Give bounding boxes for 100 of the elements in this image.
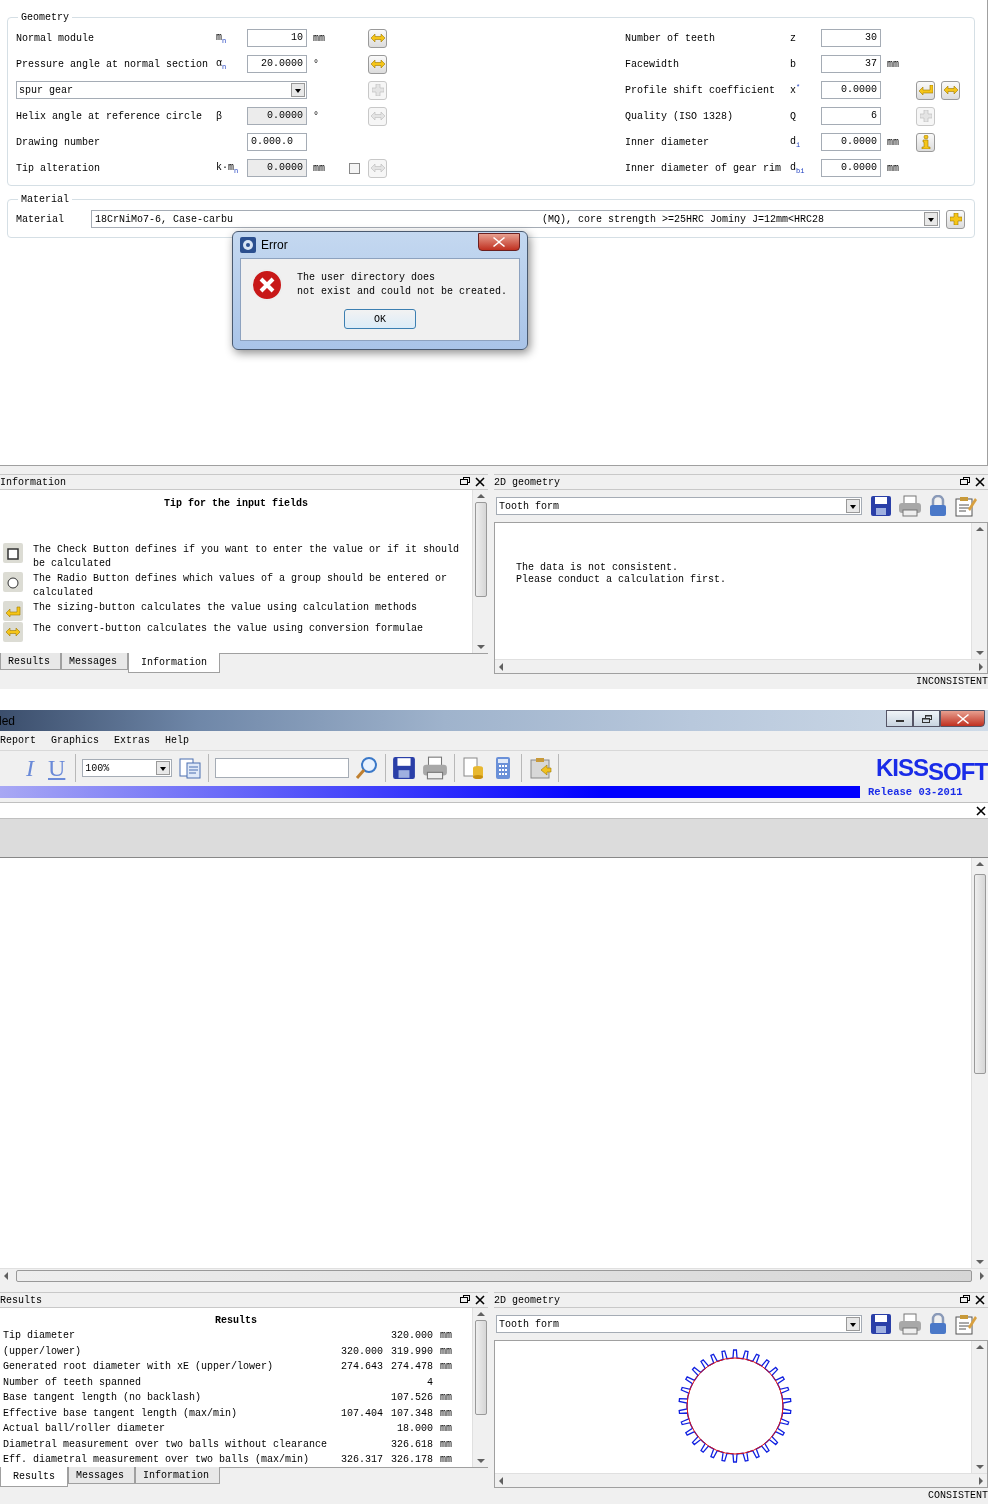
vertical-scrollbar[interactable] bbox=[472, 490, 488, 653]
menu-item[interactable]: Report bbox=[0, 735, 36, 746]
panel-tab[interactable]: Information bbox=[135, 1467, 221, 1484]
search-field[interactable] bbox=[215, 758, 350, 778]
restore-icon[interactable] bbox=[460, 1295, 470, 1305]
input-field[interactable]: 20.0000 bbox=[247, 55, 307, 73]
restore-icon[interactable] bbox=[960, 1295, 970, 1305]
properties-icon[interactable] bbox=[954, 495, 978, 517]
restore-icon[interactable] bbox=[960, 477, 970, 487]
input-field[interactable]: 0.0000 bbox=[821, 81, 881, 99]
result-value: 4 bbox=[426, 1375, 433, 1390]
plus-icon bbox=[949, 213, 962, 225]
status-text: CONSISTENT bbox=[928, 1490, 988, 1501]
restore-icon[interactable] bbox=[460, 477, 470, 487]
panel-tab[interactable]: Results bbox=[0, 1467, 68, 1487]
vertical-scrollbar[interactable] bbox=[971, 523, 987, 659]
panel-title: 2D geometry bbox=[494, 476, 561, 488]
zoom-dropdown[interactable]: 100% bbox=[82, 759, 173, 777]
error-message: The user directory does not exist and could not be created. bbox=[297, 271, 508, 299]
symbol: z bbox=[790, 32, 797, 44]
close-icon[interactable] bbox=[975, 477, 985, 487]
unit: mm bbox=[886, 58, 900, 70]
sizing-button[interactable] bbox=[916, 80, 935, 100]
close-icon bbox=[956, 713, 969, 724]
symbol: k·m$_{n}$ bbox=[216, 161, 240, 175]
vertical-scrollbar[interactable] bbox=[472, 1308, 488, 1467]
view-dropdown[interactable]: Tooth form bbox=[496, 497, 862, 515]
unit: ° bbox=[312, 110, 320, 122]
printer-icon[interactable] bbox=[898, 495, 922, 517]
vertical-scrollbar[interactable] bbox=[971, 858, 988, 1268]
menu-item[interactable]: Graphics bbox=[51, 735, 100, 746]
result-label: Base tangent length (no backlash) bbox=[3, 1391, 203, 1405]
close-icon[interactable] bbox=[475, 477, 485, 487]
result-label: (upper/lower) bbox=[3, 1344, 82, 1359]
result-label: Diametral measurement over two balls without clearance bbox=[3, 1437, 329, 1452]
input-field[interactable]: 0.0000 bbox=[821, 159, 881, 177]
close-icon[interactable] bbox=[976, 805, 986, 816]
unit: mm bbox=[886, 162, 900, 174]
add-button[interactable] bbox=[946, 209, 965, 229]
input-field[interactable]: 10 bbox=[247, 29, 307, 47]
plus-icon bbox=[919, 110, 932, 122]
close-button[interactable] bbox=[478, 233, 520, 251]
search-icon[interactable] bbox=[355, 756, 380, 780]
panel-tab[interactable]: Information bbox=[128, 653, 221, 673]
double-arrow-icon bbox=[370, 163, 385, 173]
save-icon[interactable] bbox=[392, 756, 417, 780]
double-arrow-icon bbox=[370, 59, 385, 69]
properties-icon[interactable] bbox=[954, 1313, 978, 1335]
material-text: (MQ), core strength >=25HRC Jominy J=12mm<HRC28 bbox=[542, 213, 825, 225]
horizontal-scrollbar[interactable] bbox=[495, 659, 987, 673]
save-icon[interactable] bbox=[870, 1313, 892, 1335]
result-label: Generated root diameter with xE (upper/lower) bbox=[3, 1360, 275, 1374]
input-field[interactable]: 0.0000 bbox=[821, 133, 881, 151]
panel-heading: Results bbox=[214, 1314, 258, 1328]
horizontal-scrollbar[interactable] bbox=[495, 1473, 987, 1487]
close-icon[interactable] bbox=[975, 1295, 985, 1305]
panel-tab[interactable]: Messages bbox=[68, 1467, 136, 1484]
panel-tab[interactable]: Messages bbox=[61, 653, 129, 670]
double-arrow-icon bbox=[370, 111, 385, 121]
field-label: Tip alteration bbox=[16, 162, 101, 174]
printer-icon[interactable] bbox=[898, 1313, 922, 1335]
horizontal-scrollbar[interactable] bbox=[0, 1268, 988, 1283]
printer-icon[interactable] bbox=[422, 756, 449, 780]
field-label: Material bbox=[16, 213, 65, 225]
input-field[interactable]: 30 bbox=[821, 29, 881, 47]
convert-button[interactable] bbox=[368, 28, 387, 48]
close-icon[interactable] bbox=[475, 1295, 485, 1305]
lock-icon[interactable] bbox=[928, 495, 948, 517]
convert-button[interactable] bbox=[368, 54, 387, 74]
input-field[interactable]: 6 bbox=[821, 107, 881, 125]
menu-item[interactable]: Help bbox=[165, 735, 190, 746]
maximize-button[interactable] bbox=[913, 710, 940, 727]
unit: mm bbox=[312, 32, 326, 44]
document-icon[interactable] bbox=[178, 756, 203, 780]
material-dropdown[interactable]: 18CrNiMo7-6, Case-carbu (MQ), core strength >=25HRC Jominy J=12mm<HRC28 bbox=[91, 210, 940, 228]
save-icon[interactable] bbox=[870, 495, 892, 517]
info-button[interactable] bbox=[916, 132, 935, 152]
panel-title: Information bbox=[0, 476, 67, 488]
field-label: Number of teeth bbox=[625, 32, 716, 44]
app-icon bbox=[240, 237, 256, 253]
minimize-button[interactable] bbox=[886, 710, 913, 727]
view-dropdown[interactable]: Tooth form bbox=[496, 1315, 862, 1333]
convert-button[interactable] bbox=[941, 80, 960, 100]
panel-title: Results bbox=[0, 1294, 43, 1306]
menu-item[interactable]: Extras bbox=[114, 735, 151, 746]
result-value: 326.178 bbox=[390, 1453, 433, 1467]
ok-button[interactable]: OK bbox=[344, 309, 416, 329]
lock-icon[interactable] bbox=[928, 1313, 948, 1335]
double-arrow-icon bbox=[370, 33, 385, 43]
vertical-scrollbar[interactable] bbox=[971, 1341, 987, 1473]
symbol: α$_{n}$ bbox=[216, 57, 228, 71]
status-text: INCONSISTENT bbox=[916, 676, 988, 687]
database-icon[interactable] bbox=[461, 756, 486, 780]
import-icon[interactable] bbox=[528, 756, 553, 780]
panel-tab[interactable]: Results bbox=[0, 653, 61, 670]
close-button[interactable] bbox=[940, 710, 985, 727]
input-field[interactable]: 0.000.0 bbox=[247, 133, 307, 151]
panel-title: 2D geometry bbox=[494, 1294, 561, 1306]
gear-type-dropdown[interactable]: spur gear bbox=[16, 81, 307, 99]
input-field[interactable]: 37 bbox=[821, 55, 881, 73]
